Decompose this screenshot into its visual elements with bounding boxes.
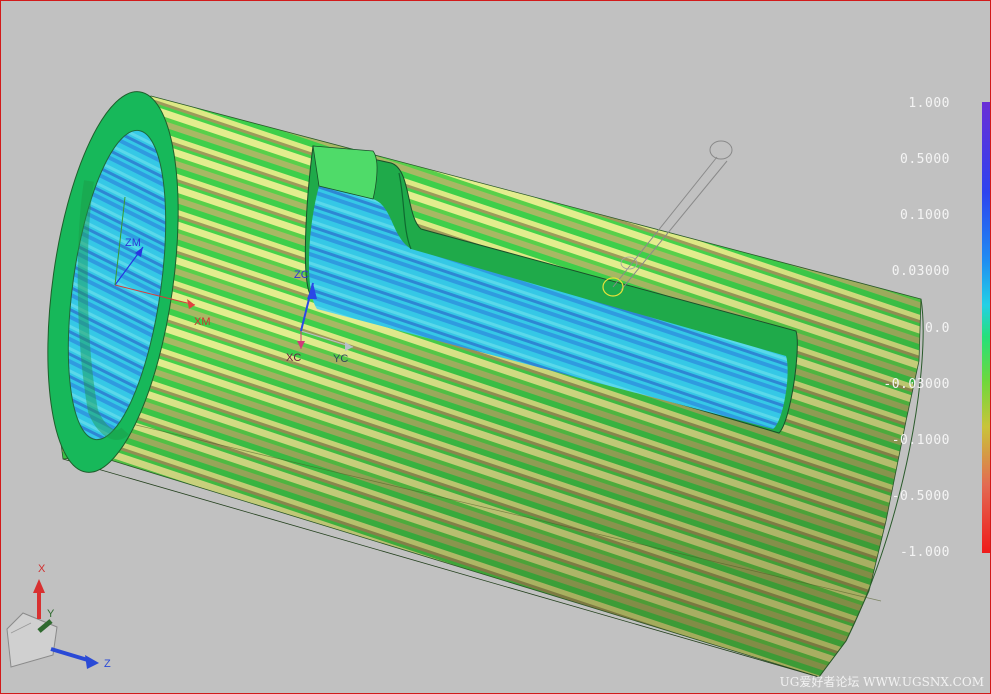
- legend-label: 0.1000: [900, 208, 950, 223]
- view-triad-z-label: Z: [104, 658, 111, 670]
- legend-color-bar: [982, 102, 990, 553]
- work-csys-z-label: ZM: [125, 237, 141, 249]
- current-csys-y-label: YC: [333, 353, 349, 365]
- view-triad-x-label: X: [38, 563, 46, 575]
- graphics-viewport[interactable]: ZM XM ZC XC YC X Y Z 1.000 0.5000 0.1000…: [0, 0, 991, 694]
- view-triad-y-label: Y: [47, 608, 55, 620]
- legend-label: -0.1000: [891, 433, 950, 448]
- legend-label: -1.000: [900, 545, 950, 560]
- current-csys-x-label: XC: [286, 352, 302, 364]
- legend-label: 0.5000: [900, 152, 950, 167]
- current-csys-z-label: ZC: [294, 269, 309, 281]
- legend-label: 1.000: [908, 96, 950, 111]
- legend-label: 0.0: [925, 321, 950, 336]
- legend-label: 0.03000: [891, 264, 950, 279]
- view-triad: [6, 579, 99, 669]
- work-csys-x-label: XM: [194, 316, 211, 328]
- legend-label: -0.03000: [883, 377, 950, 392]
- legend-label: -0.5000: [891, 489, 950, 504]
- watermark-text: UG爱好者论坛 WWW.UGSNX.COM: [779, 675, 984, 689]
